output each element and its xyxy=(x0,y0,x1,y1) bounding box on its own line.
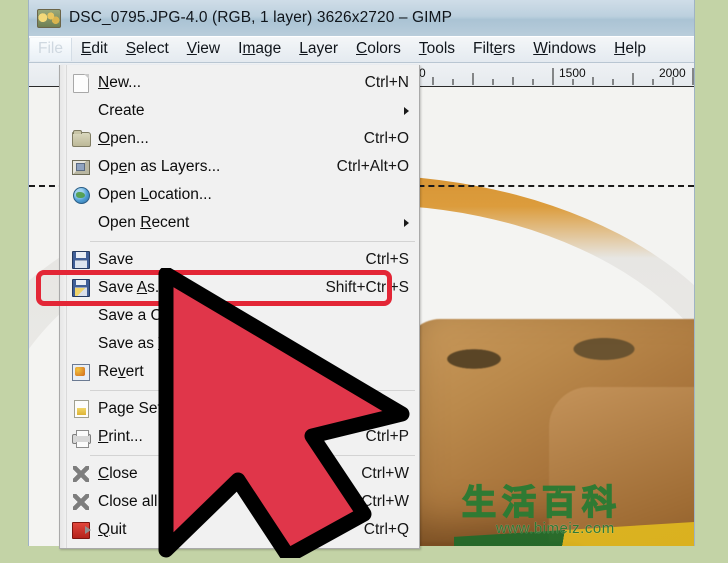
menubar: File Edit Select View Image Layer Colors… xyxy=(29,36,694,63)
menu-item-print-label: Print... xyxy=(98,428,143,445)
menu-item-close-all-label: Close all xyxy=(98,493,158,510)
ruler-label-1500: 1500 xyxy=(559,66,586,80)
window-titlebar: DSC_0795.JPG-4.0 (RGB, 1 layer) 3626x272… xyxy=(29,0,694,36)
open-folder-icon xyxy=(68,129,94,147)
gimp-application-window: DSC_0795.JPG-4.0 (RGB, 1 layer) 3626x272… xyxy=(28,0,695,549)
menu-item-revert[interactable]: Revert xyxy=(60,358,419,386)
menu-item-open-label: Open... xyxy=(98,130,149,147)
menubar-label-colors-mnemonic: C xyxy=(356,40,368,57)
open-as-layers-icon xyxy=(68,159,94,175)
menubar-label-help-mnemonic: H xyxy=(614,40,626,57)
menu-item-save-accel: Ctrl+S xyxy=(365,251,410,268)
menu-item-create-label: Create xyxy=(98,102,145,119)
menubar-item-filters[interactable]: Filters xyxy=(464,38,524,61)
menu-item-quit-accel: Ctrl+Q xyxy=(363,521,409,538)
menu-item-open-location[interactable]: Open Location... xyxy=(60,181,419,209)
menu-item-close-label: Close xyxy=(98,465,138,482)
revert-icon xyxy=(68,363,94,381)
image-thumbnail-icon xyxy=(37,8,61,28)
menubar-item-help[interactable]: Help xyxy=(605,38,655,61)
menubar-item-colors[interactable]: Colors xyxy=(347,38,410,61)
window-title: DSC_0795.JPG-4.0 (RGB, 1 layer) 3626x272… xyxy=(69,9,453,26)
menubar-label-edit-mnemonic: E xyxy=(80,40,92,57)
menu-item-save-as-label: Save As... xyxy=(98,279,168,296)
menubar-item-image[interactable]: Image xyxy=(229,38,290,61)
menu-item-quit-label: Quit xyxy=(98,521,127,538)
menu-item-save-a-copy[interactable]: Save a Copy... xyxy=(60,302,419,330)
menu-item-save-label: Save xyxy=(98,251,134,268)
menubar-label-windows-mnemonic: W xyxy=(533,40,548,57)
menu-item-quit[interactable]: Quit Ctrl+Q xyxy=(60,516,419,544)
menu-item-page-setup-label: Page Setup xyxy=(98,400,180,417)
menu-item-save[interactable]: Save Ctrl+S xyxy=(60,246,419,274)
menu-item-open-location-label: Open Location... xyxy=(98,186,212,203)
menu-item-save-as-accel: Shift+Ctrl+S xyxy=(325,279,409,296)
close-x-icon xyxy=(68,494,94,510)
menu-item-new[interactable]: New... Ctrl+N xyxy=(60,69,419,97)
cooked-fish-fillet-second xyxy=(549,387,694,546)
menubar-label-tools-mnemonic: T xyxy=(418,40,427,57)
menubar-label-file: File xyxy=(38,40,63,57)
menu-item-open-recent-label: Open Recent xyxy=(98,214,190,231)
file-dropdown-menu[interactable]: New... Ctrl+N Create Open... Ctrl+O Open… xyxy=(59,65,420,549)
printer-icon xyxy=(68,430,94,448)
submenu-arrow-icon xyxy=(404,219,409,227)
close-x-icon xyxy=(68,466,94,482)
menu-item-close-accel: Ctrl+W xyxy=(361,465,409,482)
globe-icon xyxy=(68,186,94,204)
menu-item-save-as-template[interactable]: Save as Template... xyxy=(60,330,419,358)
screenshot-root: DSC_0795.JPG-4.0 (RGB, 1 layer) 3626x272… xyxy=(0,0,728,563)
menu-item-print-accel: Ctrl+P xyxy=(365,428,410,445)
menu-item-open-as-layers-accel: Ctrl+Alt+O xyxy=(336,158,409,175)
menu-item-new-label: New... xyxy=(98,74,142,91)
menu-separator xyxy=(60,237,419,246)
menu-separator xyxy=(60,451,419,460)
menu-item-open-recent[interactable]: Open Recent xyxy=(60,209,419,237)
menu-item-open-accel: Ctrl+O xyxy=(363,130,409,147)
save-icon xyxy=(68,251,94,269)
menubar-item-windows[interactable]: Windows xyxy=(524,38,605,61)
menubar-item-select[interactable]: Select xyxy=(117,38,178,61)
menu-item-save-as[interactable]: Save As... Shift+Ctrl+S xyxy=(60,274,419,302)
menu-item-create[interactable]: Create xyxy=(60,97,419,125)
menu-item-open-as-layers[interactable]: Open as Layers... Ctrl+Alt+O xyxy=(60,153,419,181)
new-document-icon xyxy=(68,73,94,93)
menubar-item-view[interactable]: View xyxy=(178,38,229,61)
menu-separator xyxy=(60,386,419,395)
menubar-label-select-mnemonic: S xyxy=(125,40,137,57)
quit-icon xyxy=(68,521,94,539)
menu-item-new-accel: Ctrl+N xyxy=(364,74,409,91)
menu-item-save-a-copy-label: Save a Copy... xyxy=(98,307,199,324)
menubar-label-layer-mnemonic: L xyxy=(299,40,308,57)
menubar-item-file[interactable]: File xyxy=(29,38,72,61)
menu-item-save-as-template-label: Save as Template... xyxy=(98,335,234,352)
page-setup-icon xyxy=(68,400,94,418)
menu-item-page-setup[interactable]: Page Setup xyxy=(60,395,419,423)
menu-item-close-all-accel: Shift+Ctrl+W xyxy=(321,493,409,510)
menubar-item-tools[interactable]: Tools xyxy=(410,38,464,61)
save-as-icon xyxy=(68,279,94,297)
menu-item-close[interactable]: Close Ctrl+W xyxy=(60,460,419,488)
menubar-item-layer[interactable]: Layer xyxy=(290,38,347,61)
ruler-label-2000: 2000 xyxy=(659,66,686,80)
menubar-label-view-mnemonic: V xyxy=(186,40,197,57)
menu-item-revert-label: Revert xyxy=(98,363,144,380)
menu-item-open[interactable]: Open... Ctrl+O xyxy=(60,125,419,153)
menubar-item-edit[interactable]: Edit xyxy=(72,38,117,61)
menu-item-open-as-layers-label: Open as Layers... xyxy=(98,158,221,175)
submenu-arrow-icon xyxy=(404,107,409,115)
menu-item-print[interactable]: Print... Ctrl+P xyxy=(60,423,419,451)
menu-item-close-all[interactable]: Close all Shift+Ctrl+W xyxy=(60,488,419,516)
